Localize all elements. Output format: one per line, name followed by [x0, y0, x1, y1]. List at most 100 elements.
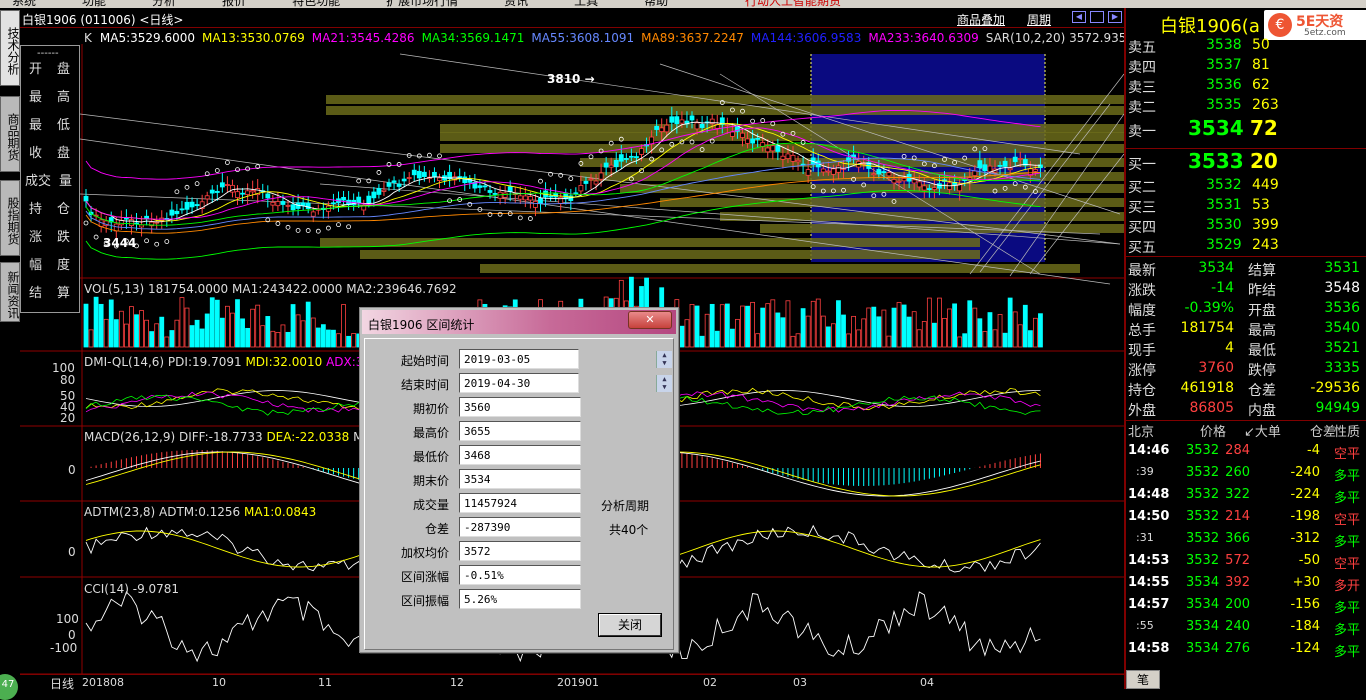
volume-bar	[1027, 330, 1033, 348]
candle-body	[310, 211, 316, 217]
sar-dot	[305, 228, 311, 233]
tick-nature: 空平	[1333, 557, 1360, 572]
tick-volume: 276	[1225, 641, 1250, 656]
candle-body	[406, 177, 412, 179]
period-button[interactable]: 周期	[1027, 11, 1051, 28]
candle-body	[755, 137, 761, 140]
tick-nature: 空平	[1333, 513, 1360, 528]
volume-bar	[270, 330, 276, 348]
dialog-value-text: 3534	[464, 473, 491, 486]
selector-char: 最	[29, 118, 43, 133]
volume-bar	[310, 317, 316, 348]
overlay-button[interactable]: 商品叠加	[957, 11, 1005, 28]
dialog-field-value[interactable]: -287390	[459, 517, 581, 537]
tick-price: 3534	[1186, 619, 1220, 634]
candle-body	[765, 147, 771, 153]
vol-label: VOL(5,13) 181754.0000 MA1:243422.0000 MA…	[84, 282, 457, 296]
dialog-close-icon[interactable]: ✕	[628, 311, 672, 329]
selector-item[interactable]: 收盘	[21, 140, 79, 163]
selector-item[interactable]: 涨跌	[21, 224, 79, 247]
prev-icon[interactable]: ◀	[1072, 11, 1086, 23]
volume-bar	[896, 302, 902, 348]
volume-bar	[800, 308, 806, 348]
selector-item[interactable]: 开盘	[21, 56, 79, 79]
volume-bar	[841, 314, 846, 348]
date-picker[interactable]: 2019-04-30 ▲ ▼	[459, 373, 672, 393]
quote-row[interactable]: 买三 3531 53	[1128, 195, 1360, 216]
selector-item[interactable]: 持仓	[21, 196, 79, 219]
dialog-field-value[interactable]: 3468	[459, 445, 581, 465]
selector-item[interactable]: 最低	[21, 112, 79, 135]
tab-news[interactable]: 新闻资讯	[0, 262, 20, 322]
tab-index-futures[interactable]: 股指期货	[0, 180, 20, 256]
candle-body	[805, 169, 811, 176]
selector-item[interactable]: 最高	[21, 84, 79, 107]
date-picker[interactable]: 2019-03-05 ▲ ▼	[459, 349, 672, 369]
quote-row[interactable]: 卖五 3538 50	[1128, 35, 1360, 56]
quote-row[interactable]: 卖四 3537 81	[1128, 55, 1360, 76]
quote-row[interactable]: 卖一 3534 72	[1128, 115, 1360, 141]
stat-label: 最低	[1248, 343, 1276, 359]
dialog-field-value[interactable]: 11457924	[459, 493, 581, 513]
quote-row[interactable]: 买五 3529 243	[1128, 235, 1360, 256]
candle-body	[194, 204, 200, 207]
menu-items: 系统 功能 分析 报价 特色功能 扩展市场行情 资讯 工具 帮助	[12, 0, 714, 8]
dialog-field-value[interactable]: 3560	[459, 397, 581, 417]
tick-tab[interactable]: 笔	[1126, 670, 1160, 689]
tick-oi-change: -50	[1298, 553, 1320, 568]
tab-commodity-futures[interactable]: 商品期货	[0, 96, 20, 172]
selector-char: 结	[29, 286, 43, 301]
menu-item[interactable]: 分析	[152, 0, 176, 8]
menu-item[interactable]: 特色功能	[292, 0, 340, 8]
dialog-field-value[interactable]: 5.26%	[459, 589, 581, 609]
menu-item[interactable]: 功能	[82, 0, 106, 8]
menu-item[interactable]: 报价	[222, 0, 246, 8]
menu-item[interactable]: 工具	[574, 0, 598, 8]
dialog-field-value[interactable]: 3534	[459, 469, 581, 489]
volume-profile-bar	[326, 106, 1124, 115]
tick-row: :31 3532 366 -312 多平	[1128, 528, 1360, 550]
candle-body	[674, 116, 680, 125]
window-icon[interactable]	[1090, 11, 1104, 23]
volume-bar	[871, 306, 877, 348]
spin-arrows-icon[interactable]: ▲ ▼	[656, 351, 672, 368]
quote-row[interactable]: 买一 3533 20	[1128, 148, 1360, 174]
dialog-body: 起始时间 2019-03-05 ▲ ▼ 结束时间 2019-04-30 ▲ ▼ 期初价 356…	[364, 338, 674, 650]
stat-value: -0.39%	[1184, 300, 1234, 316]
dialog-row: 起始时间 2019-03-05 ▲ ▼	[365, 349, 675, 371]
period-label[interactable]: 日线	[50, 675, 74, 692]
quote-row[interactable]: 买二 3532 449	[1128, 175, 1360, 196]
volume-bar	[83, 303, 89, 348]
dialog-field-value[interactable]: 3572	[459, 541, 581, 561]
quote-row[interactable]: 买四 3530 399	[1128, 215, 1360, 236]
selector-item[interactable]: 成交量	[21, 168, 79, 191]
dialog-close-button[interactable]: 关闭	[598, 613, 662, 637]
candle-body	[871, 173, 877, 176]
tick-nature: 多开	[1333, 579, 1360, 594]
candle-body	[876, 169, 882, 175]
dialog-field-value[interactable]: 3655	[459, 421, 581, 441]
spin-arrows-icon[interactable]: ▲ ▼	[656, 375, 672, 392]
candle-body	[376, 188, 382, 195]
macd-axis-0: 0	[68, 463, 76, 477]
dialog-value-text: 3468	[464, 449, 491, 462]
selector-item[interactable]: 结算	[21, 280, 79, 303]
tick-time: 14:46	[1128, 443, 1170, 458]
menu-item[interactable]: 资讯	[504, 0, 528, 8]
candle-body	[517, 195, 523, 200]
candle-body	[896, 180, 902, 183]
candle-body	[280, 201, 286, 205]
volume-bar	[977, 318, 983, 348]
candle-body	[371, 191, 377, 199]
candle-body	[972, 170, 978, 176]
tab-technical-analysis[interactable]: 技术分析	[0, 10, 20, 86]
quote-row[interactable]: 卖二 3535 263	[1128, 95, 1360, 116]
selector-item[interactable]: 幅度	[21, 252, 79, 275]
dialog-field-value[interactable]: -0.51%	[459, 565, 581, 585]
menu-item[interactable]: 扩展市场行情	[386, 0, 458, 8]
tick-volume: 392	[1225, 575, 1250, 590]
next-icon[interactable]: ▶	[1108, 11, 1122, 23]
menu-item[interactable]: 帮助	[644, 0, 668, 8]
menu-item[interactable]: 系统	[12, 0, 36, 8]
quote-row[interactable]: 卖三 3536 62	[1128, 75, 1360, 96]
